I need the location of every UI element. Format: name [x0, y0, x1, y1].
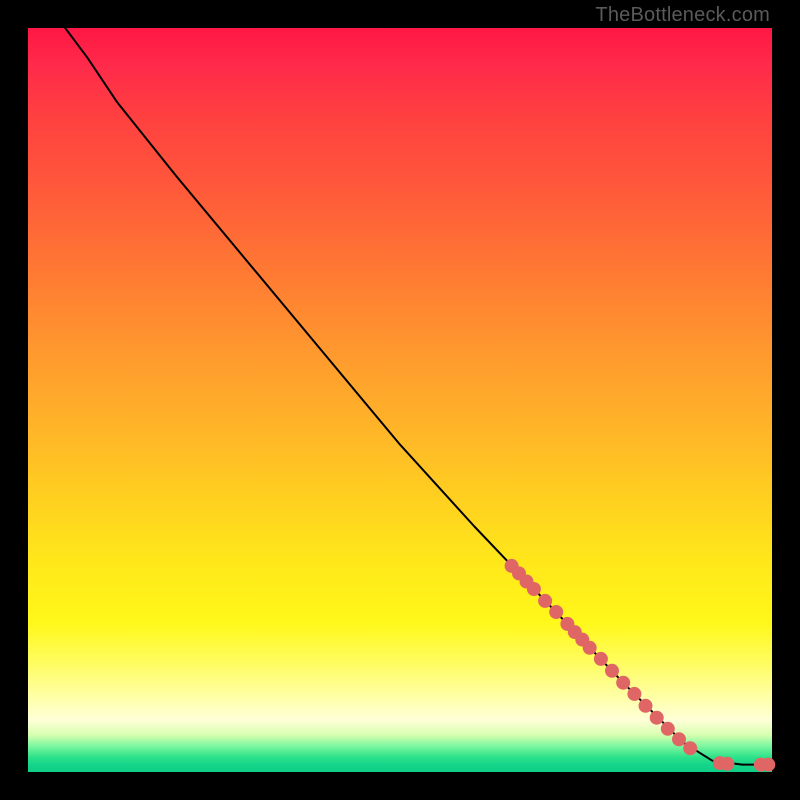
data-point [606, 664, 619, 677]
data-point [583, 641, 596, 654]
data-point [594, 652, 607, 665]
chart-frame: TheBottleneck.com [0, 0, 800, 800]
data-point [684, 742, 697, 755]
chart-svg [28, 28, 772, 772]
data-point [617, 676, 630, 689]
data-point [539, 594, 552, 607]
data-point [721, 757, 734, 770]
data-point [661, 722, 674, 735]
bottleneck-curve [65, 28, 772, 765]
data-point [650, 711, 663, 724]
watermark-text: TheBottleneck.com [595, 4, 770, 27]
data-point [550, 606, 563, 619]
data-markers [505, 559, 775, 771]
data-point [673, 733, 686, 746]
data-point [639, 699, 652, 712]
data-point [527, 583, 540, 596]
data-point [762, 758, 775, 771]
plot-area [28, 28, 772, 772]
data-point [628, 687, 641, 700]
